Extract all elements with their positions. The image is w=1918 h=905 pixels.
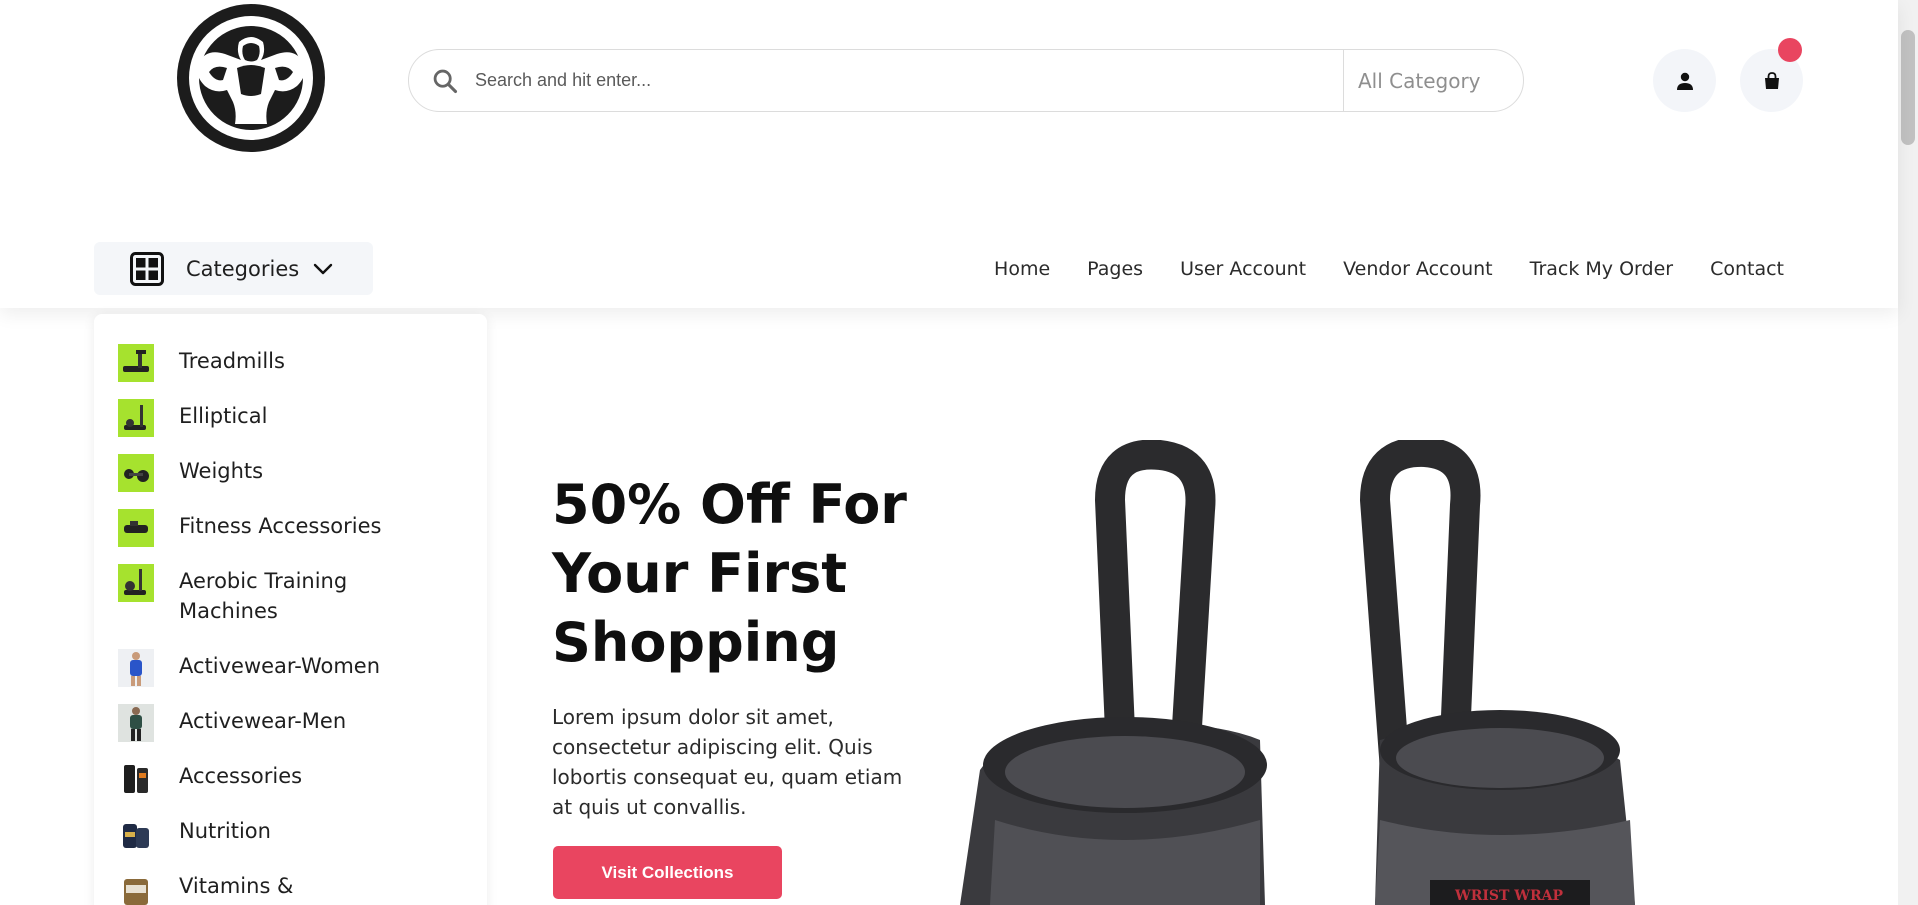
categories-toggle[interactable]: Categories: [94, 242, 373, 295]
user-icon: [1676, 72, 1693, 90]
sidebar-item-nutrition[interactable]: Nutrition: [118, 814, 429, 852]
sidebar-item-label: Aerobic Training Machines: [179, 569, 348, 623]
nav-vendor-account[interactable]: Vendor Account: [1343, 258, 1493, 280]
hero-title: 50% Off For Your First Shopping: [552, 473, 907, 674]
grid-icon: [130, 251, 164, 286]
sidebar-item-fitness-accessories[interactable]: Fitness Accessories: [118, 509, 429, 547]
nutrition-thumbnail: [118, 814, 154, 852]
sidebar-item-label: Weights: [179, 459, 264, 483]
category-sidebar: Treadmills Elliptical Weights Fitness Ac…: [94, 314, 487, 905]
elliptical-thumbnail: [118, 399, 154, 437]
nav-home[interactable]: Home: [994, 258, 1050, 280]
aerobic-machine-thumbnail: [118, 564, 154, 602]
sidebar-item-label: Accessories: [179, 764, 303, 788]
nav-user-account[interactable]: User Account: [1180, 258, 1306, 280]
treadmill-thumbnail: [118, 344, 154, 382]
sidebar-item-label: Activewear-Women: [179, 654, 381, 678]
search-icon[interactable]: [431, 67, 459, 95]
sidebar-item-label: Elliptical: [179, 404, 268, 428]
product-brand-text: WRIST WRAP: [1454, 888, 1564, 904]
category-select[interactable]: All Category: [1343, 50, 1523, 111]
main-nav: Home Pages User Account Vendor Account T…: [994, 258, 1784, 280]
categories-label: Categories: [186, 256, 300, 281]
scrollbar-thumb[interactable]: [1901, 30, 1915, 145]
hero-description: Lorem ipsum dolor sit amet, consectetur …: [552, 705, 903, 819]
site-header: All Category Categories Home Pages: [0, 0, 1898, 308]
nav-track-my-order[interactable]: Track My Order: [1530, 258, 1673, 280]
shopping-bag-icon: [1764, 71, 1779, 89]
sidebar-item-label: Activewear-Men: [179, 709, 347, 733]
sidebar-item-label: Vitamins & Supplements: [179, 874, 317, 905]
accessories-thumbnail: [118, 759, 154, 797]
user-account-button[interactable]: [1653, 49, 1716, 112]
sidebar-item-elliptical[interactable]: Elliptical: [118, 399, 429, 437]
wrist-wrap-product-image: WRIST WRAP: [960, 440, 1635, 905]
search-bar: All Category: [408, 49, 1524, 112]
sidebar-item-vitamins-supplements[interactable]: Vitamins & Supplements: [118, 869, 429, 905]
sidebar-item-aerobic-training-machines[interactable]: Aerobic Training Machines: [118, 564, 429, 626]
sidebar-item-weights[interactable]: Weights: [118, 454, 429, 492]
sidebar-item-label: Nutrition: [179, 819, 271, 843]
sidebar-item-label: Treadmills: [179, 349, 285, 373]
bodybuilder-logo[interactable]: [175, 2, 327, 154]
sidebar-item-activewear-men[interactable]: Activewear-Men: [118, 704, 429, 742]
sidebar-item-treadmills[interactable]: Treadmills: [118, 344, 429, 382]
chevron-down-icon: [314, 263, 333, 274]
nav-contact[interactable]: Contact: [1710, 258, 1784, 280]
sidebar-item-accessories[interactable]: Accessories: [118, 759, 429, 797]
vitamins-thumbnail: [118, 869, 154, 905]
sidebar-item-label: Fitness Accessories: [179, 514, 382, 538]
weights-thumbnail: [118, 454, 154, 492]
visit-collections-button[interactable]: Visit Collections: [553, 846, 782, 899]
cart-count-badge: [1778, 38, 1802, 62]
fitness-accessories-thumbnail: [118, 509, 154, 547]
nav-pages[interactable]: Pages: [1087, 258, 1143, 280]
activewear-women-thumbnail: [118, 649, 154, 687]
activewear-men-thumbnail: [118, 704, 154, 742]
search-input[interactable]: [475, 50, 1343, 111]
sidebar-item-activewear-women[interactable]: Activewear-Women: [118, 649, 429, 687]
